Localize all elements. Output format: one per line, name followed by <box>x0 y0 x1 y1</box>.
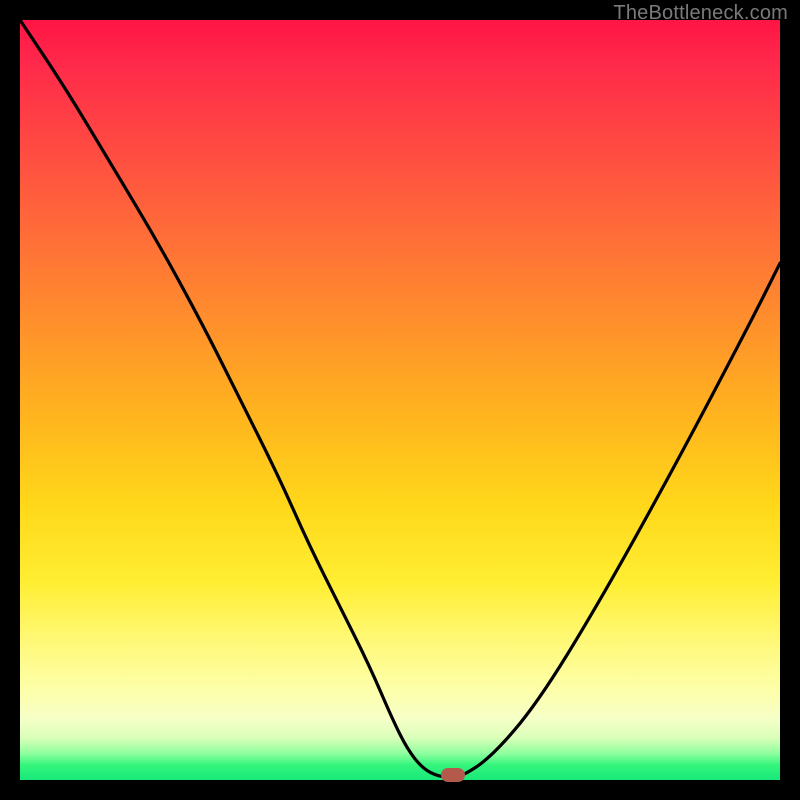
watermark-text: TheBottleneck.com <box>613 2 788 25</box>
plot-gradient-background <box>20 20 780 780</box>
optimum-marker <box>441 768 465 782</box>
chart-frame: TheBottleneck.com <box>0 0 800 800</box>
